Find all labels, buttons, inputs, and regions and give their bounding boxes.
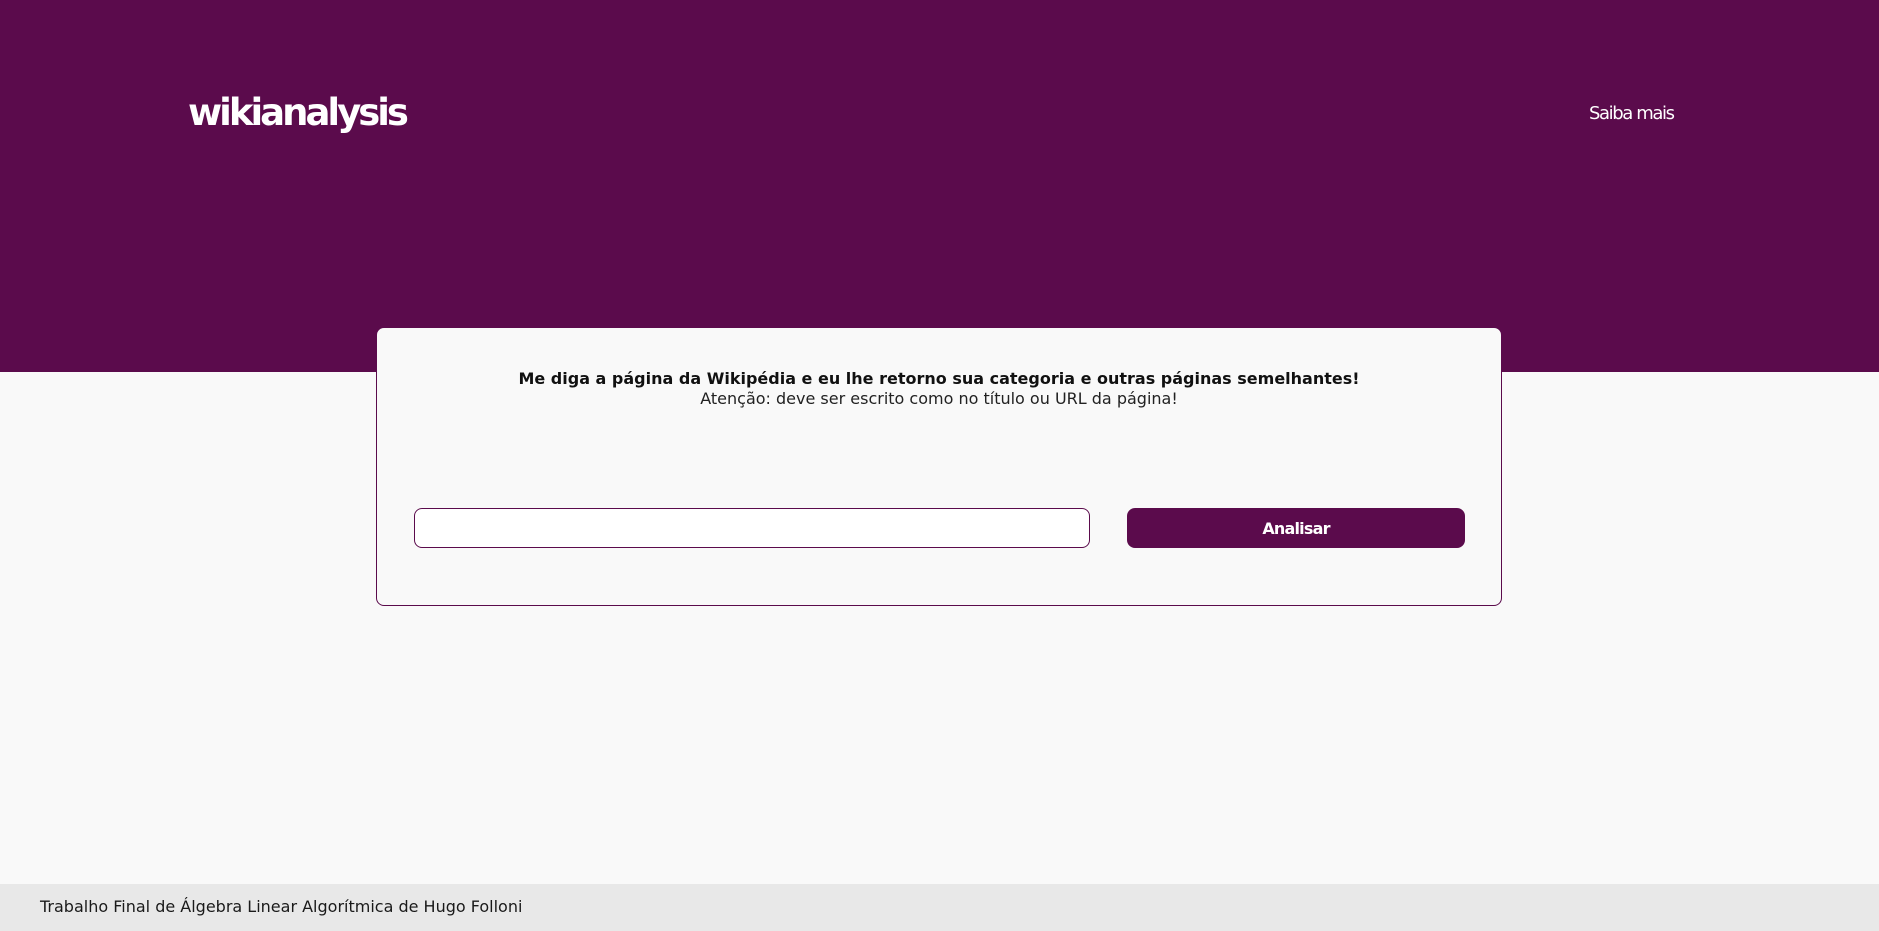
footer: Trabalho Final de Álgebra Linear Algorít… (0, 884, 1879, 931)
analyze-button[interactable]: Analisar (1127, 508, 1465, 548)
saiba-mais-link[interactable]: Saiba mais (1589, 101, 1675, 127)
card-heading: Me diga a página da Wikipédia e eu lhe r… (518, 369, 1360, 388)
footer-text: Trabalho Final de Álgebra Linear Algorít… (40, 897, 523, 916)
page-search-input[interactable] (414, 508, 1090, 548)
logo[interactable]: wikianalysis (188, 88, 409, 138)
search-card: Me diga a página da Wikipédia e eu lhe r… (376, 327, 1502, 606)
header-banner: wikianalysis Saiba mais (0, 0, 1879, 372)
card-subtitle: Atenção: deve ser escrito como no título… (700, 389, 1178, 408)
